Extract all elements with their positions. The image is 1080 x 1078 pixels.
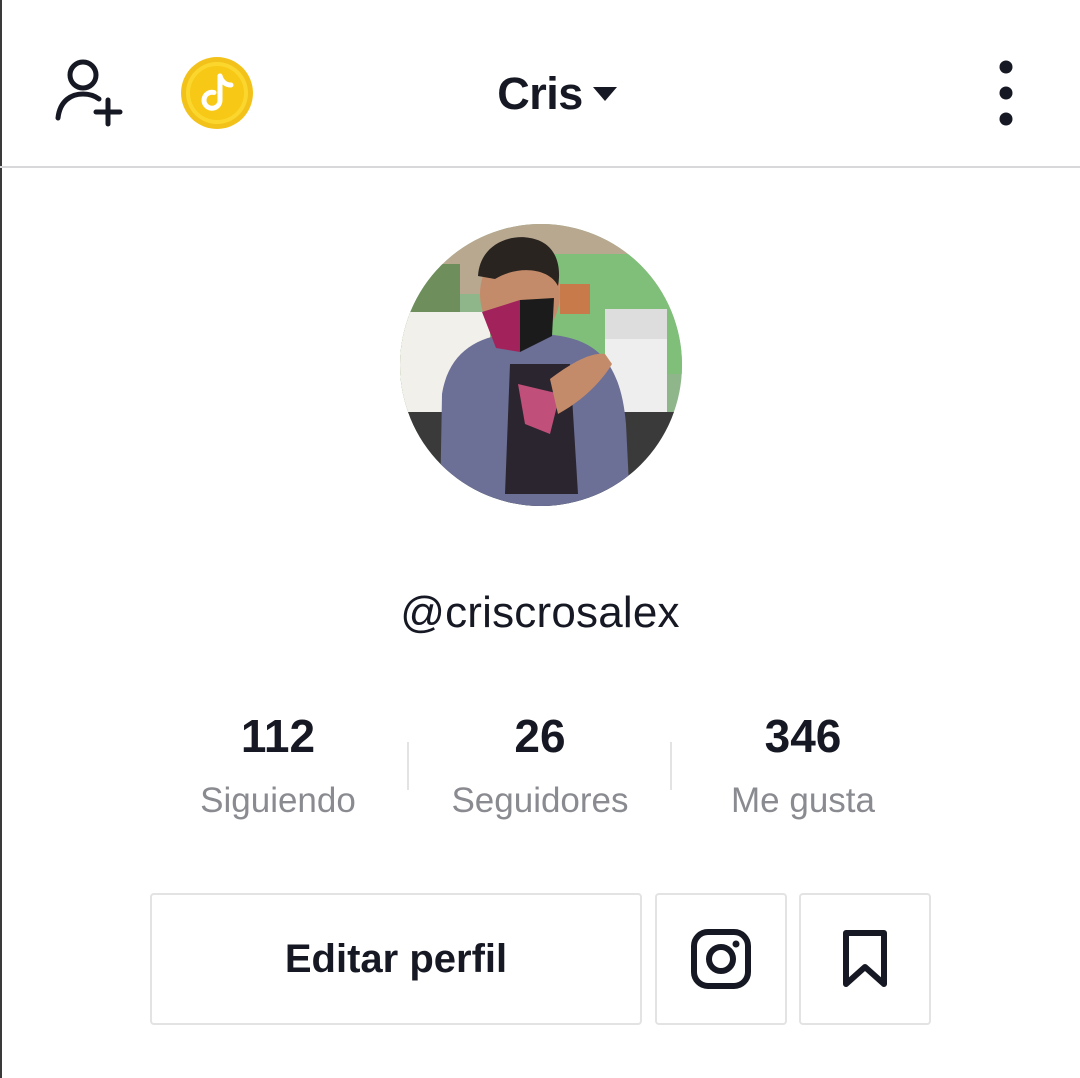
likes-count: 346 — [764, 710, 842, 762]
avatar[interactable] — [400, 224, 682, 506]
page-title: Cris — [497, 68, 583, 119]
more-vertical-icon — [999, 60, 1013, 126]
stat-following[interactable]: 112 Siguiendo — [158, 706, 398, 824]
top-bar: Cris — [0, 0, 1080, 168]
bookmarks-button[interactable] — [799, 893, 931, 1025]
account-switcher[interactable]: Cris — [0, 62, 1080, 126]
following-label: Siguiendo — [200, 781, 356, 820]
edit-profile-button[interactable]: Editar perfil — [150, 893, 642, 1025]
profile-photo — [400, 224, 682, 506]
stat-divider — [670, 742, 672, 790]
instagram-icon — [691, 929, 751, 989]
followers-count: 26 — [514, 710, 566, 762]
likes-label: Me gusta — [731, 781, 875, 820]
username: @criscrosalex — [400, 588, 680, 637]
stat-likes[interactable]: 346 Me gusta — [683, 706, 923, 824]
caret-down-icon — [592, 87, 617, 101]
followers-label: Seguidores — [451, 781, 629, 820]
edit-profile-label: Editar perfil — [284, 936, 508, 981]
more-options-button[interactable] — [986, 58, 1026, 128]
bookmark-icon — [843, 930, 887, 987]
stat-divider — [407, 742, 409, 790]
stat-followers[interactable]: 26 Seguidores — [420, 706, 660, 824]
following-count: 112 — [240, 710, 316, 762]
instagram-button[interactable] — [655, 893, 787, 1025]
